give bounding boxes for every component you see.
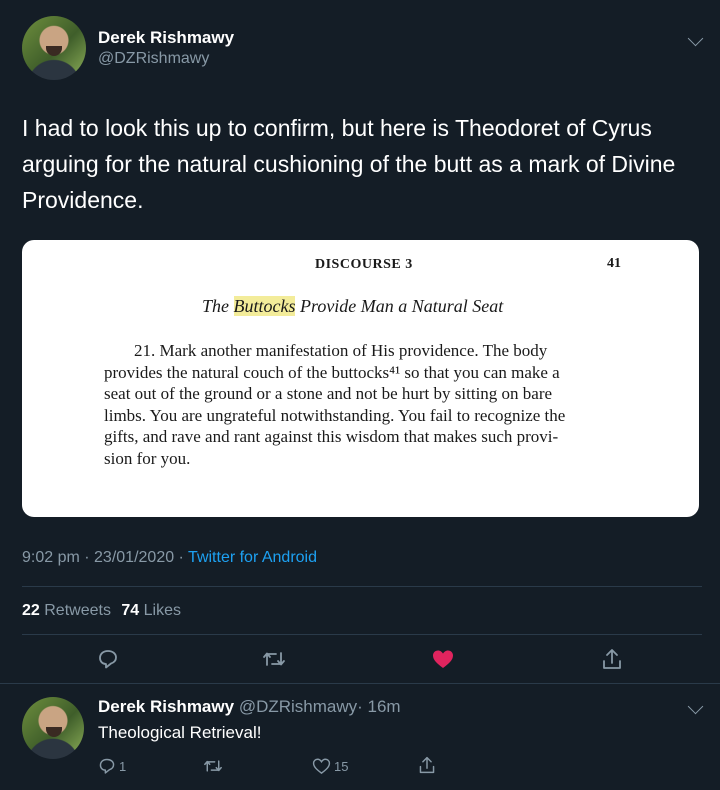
chevron-down-icon[interactable] bbox=[687, 698, 704, 715]
heading-highlight: Buttocks bbox=[233, 296, 296, 316]
like-icon bbox=[312, 758, 331, 775]
author-handle[interactable]: @DZRishmawy bbox=[98, 50, 209, 68]
tweet-meta: 9:02 pm · 23/01/2020 · Twitter for Andro… bbox=[22, 549, 317, 567]
reply-retweet-button[interactable] bbox=[203, 757, 223, 780]
reply-share-button[interactable] bbox=[418, 755, 436, 780]
retweet-icon bbox=[204, 760, 222, 772]
divider bbox=[0, 683, 720, 684]
reply-author-name[interactable]: Derek Rishmawy bbox=[98, 697, 234, 716]
reply-author-handle[interactable]: @DZRishmawy bbox=[239, 697, 357, 716]
tweet-timestamp[interactable]: 9:02 pm · 23/01/2020 · bbox=[22, 549, 188, 566]
share-icon bbox=[419, 756, 435, 774]
tweet-image[interactable]: DISCOURSE 3 41 The Buttocks Provide Man … bbox=[22, 240, 699, 517]
like-button[interactable] bbox=[428, 646, 458, 672]
retweet-button[interactable] bbox=[260, 646, 288, 672]
share-icon bbox=[603, 649, 621, 669]
likes-stat[interactable]: 74 Likes bbox=[121, 602, 181, 619]
paragraph-line: seat out of the ground or a stone and no… bbox=[104, 384, 553, 403]
like-icon bbox=[433, 650, 453, 668]
paragraph-line: provides the natural couch of the buttoc… bbox=[104, 362, 560, 382]
heading-text-post: Provide Man a Natural Seat bbox=[295, 296, 504, 316]
divider bbox=[22, 634, 702, 635]
divider bbox=[22, 586, 702, 587]
retweet-label: Retweets bbox=[44, 602, 111, 619]
page-header-title: DISCOURSE 3 bbox=[315, 257, 413, 272]
paragraph-line: gifts, and rave and rant against this wi… bbox=[104, 427, 559, 446]
reply-author-avatar[interactable] bbox=[22, 697, 84, 759]
reply-text: Theological Retrieval! bbox=[98, 723, 262, 742]
retweet-icon bbox=[263, 652, 285, 666]
reply-timestamp: · 16m bbox=[357, 697, 401, 716]
reply-icon bbox=[99, 650, 117, 669]
reply-reply-button[interactable]: 1 bbox=[98, 757, 126, 775]
reply-count: 1 bbox=[119, 758, 127, 774]
share-button[interactable] bbox=[598, 646, 626, 672]
page-paragraph: 21. Mark another manifestation of His pr… bbox=[104, 340, 634, 469]
retweets-stat[interactable]: 22 Retweets bbox=[22, 602, 111, 619]
paragraph-line: limbs. You are ungrateful notwithstandin… bbox=[104, 405, 566, 425]
like-label: Likes bbox=[143, 602, 182, 619]
chevron-down-icon[interactable] bbox=[687, 30, 704, 47]
like-count: 74 bbox=[121, 602, 140, 619]
paragraph-line: sion for you. bbox=[104, 448, 191, 468]
paragraph-line: 21. Mark another manifestation of His pr… bbox=[134, 341, 548, 360]
heading-text-pre: The bbox=[202, 296, 234, 316]
tweet-text: I had to look this up to confirm, but he… bbox=[22, 115, 676, 213]
tweet-source-link[interactable]: Twitter for Android bbox=[188, 549, 317, 566]
reply-button[interactable] bbox=[94, 646, 122, 672]
tweet-stats: 22 Retweets 74 Likes bbox=[22, 602, 181, 620]
reply-like-count: 15 bbox=[334, 758, 349, 774]
author-avatar[interactable] bbox=[22, 16, 86, 80]
author-name[interactable]: Derek Rishmawy bbox=[98, 28, 234, 48]
reply-like-button[interactable]: 15 bbox=[312, 757, 348, 775]
page-number: 41 bbox=[607, 256, 621, 271]
reply-icon bbox=[99, 758, 115, 774]
reply-header: Derek Rishmawy @DZRishmawy· 16m bbox=[98, 697, 401, 717]
retweet-count: 22 bbox=[22, 602, 40, 619]
page-heading: The Buttocks Provide Man a Natural Seat bbox=[202, 296, 503, 317]
